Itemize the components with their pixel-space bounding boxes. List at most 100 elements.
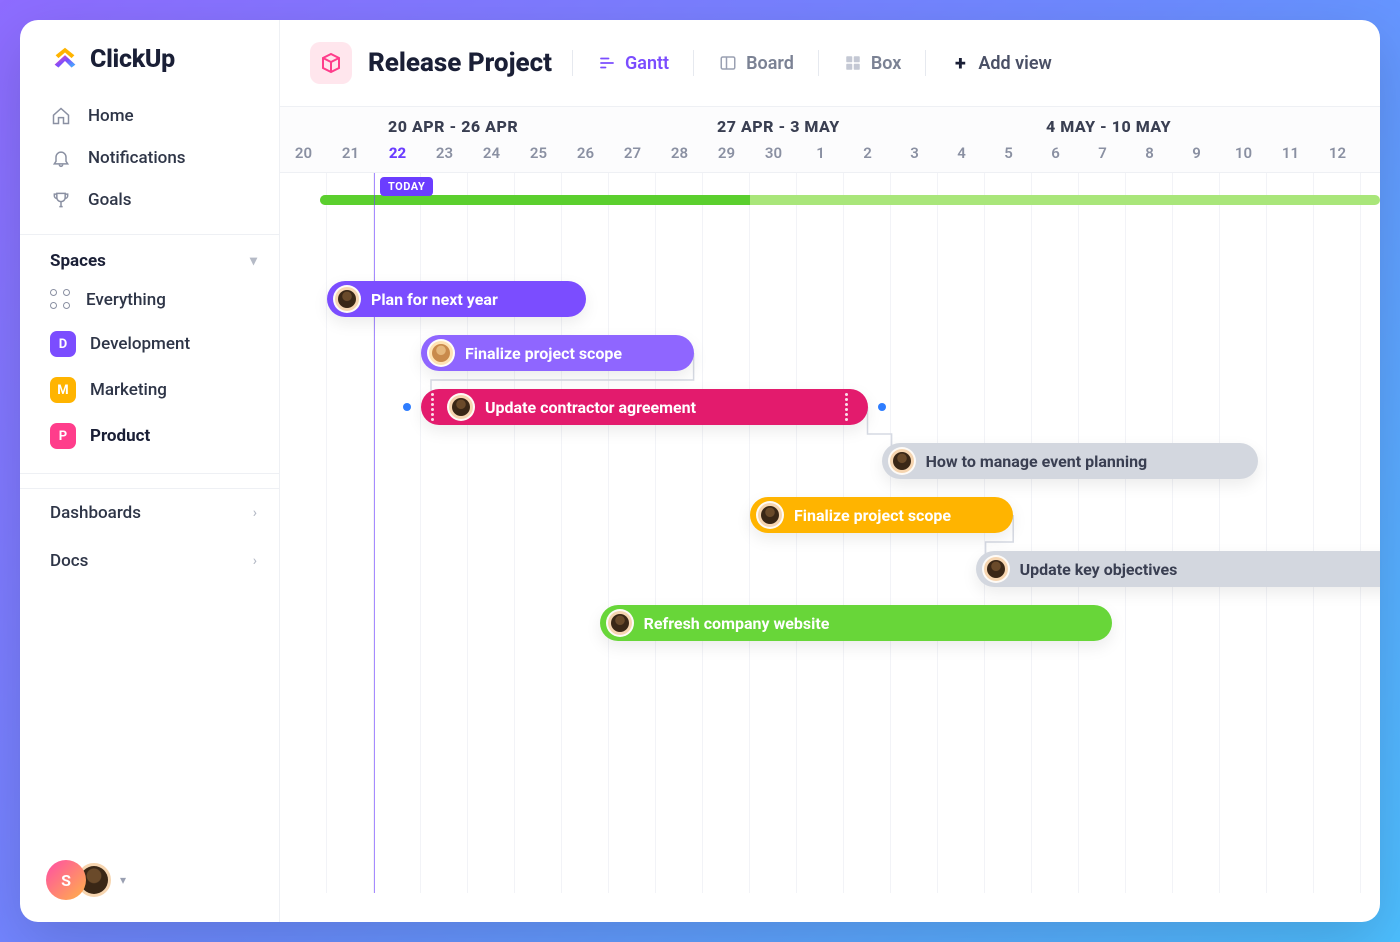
task-label: How to manage event planning xyxy=(926,452,1148,471)
day-label[interactable]: 1 xyxy=(797,140,844,172)
space-chip-icon: M xyxy=(50,377,76,403)
day-label[interactable]: 24 xyxy=(468,140,515,172)
task-label: Refresh company website xyxy=(644,614,830,633)
sidebar-item-product[interactable]: PProduct xyxy=(20,413,279,459)
task-label: Finalize project scope xyxy=(465,344,622,363)
task-label: Plan for next year xyxy=(371,290,498,309)
week-label: 4 MAY - 10 MAY xyxy=(1032,107,1361,140)
nav-home[interactable]: Home xyxy=(28,96,271,136)
spaces-header[interactable]: Spaces ▾ xyxy=(20,249,279,279)
day-label[interactable]: 25 xyxy=(515,140,562,172)
day-label[interactable]: 11 xyxy=(1267,140,1314,172)
day-label[interactable]: 30 xyxy=(750,140,797,172)
gantt-task-bar[interactable]: Plan for next year xyxy=(327,281,586,317)
day-label[interactable]: 27 xyxy=(609,140,656,172)
task-label: Update contractor agreement xyxy=(485,398,696,417)
nav-label: Home xyxy=(88,106,134,126)
project-progress-track xyxy=(320,195,1380,205)
assignee-avatar xyxy=(982,555,1010,583)
space-chip-icon: D xyxy=(50,331,76,357)
sidebar: ClickUp Home Notifications xyxy=(20,20,280,922)
week-label: 27 APR - 3 MAY xyxy=(703,107,1032,140)
today-marker: TODAY xyxy=(380,177,433,196)
sidebar-item-marketing[interactable]: MMarketing xyxy=(20,367,279,413)
add-view-label: Add view xyxy=(978,53,1051,74)
day-label[interactable]: 10 xyxy=(1220,140,1267,172)
project-icon[interactable] xyxy=(310,42,352,84)
chevron-right-icon: › xyxy=(253,553,257,569)
day-label[interactable]: 28 xyxy=(656,140,703,172)
assignee-avatar xyxy=(888,447,916,475)
app-window: ClickUp Home Notifications xyxy=(20,20,1380,922)
day-label[interactable]: 22 xyxy=(374,140,421,172)
view-label: Board xyxy=(746,53,794,74)
day-label[interactable]: 29 xyxy=(703,140,750,172)
gantt-icon xyxy=(597,53,617,73)
task-label: Finalize project scope xyxy=(794,506,951,525)
trophy-icon xyxy=(50,190,72,210)
sidebar-item-label: Docs xyxy=(50,551,88,571)
sidebar-item-docs[interactable]: Docs › xyxy=(20,537,279,585)
dependency-dot xyxy=(403,403,411,411)
sidebar-item-everything[interactable]: Everything xyxy=(20,279,279,321)
day-label[interactable]: 23 xyxy=(421,140,468,172)
day-label[interactable]: 5 xyxy=(985,140,1032,172)
assignee-avatar xyxy=(606,609,634,637)
topbar: Release Project Gantt Board xyxy=(280,20,1380,107)
user-switcher[interactable]: S ▾ xyxy=(46,860,126,900)
view-tab-board[interactable]: Board xyxy=(714,47,798,80)
day-label[interactable]: 6 xyxy=(1032,140,1079,172)
sidebar-item-label: Dashboards xyxy=(50,503,141,523)
box-icon xyxy=(843,53,863,73)
day-label[interactable]: 9 xyxy=(1173,140,1220,172)
day-label[interactable]: 2 xyxy=(844,140,891,172)
nav-notifications[interactable]: Notifications xyxy=(28,138,271,178)
home-icon xyxy=(50,106,72,126)
gantt-timeline: 20 APR - 26 APR27 APR - 3 MAY4 MAY - 10 … xyxy=(280,107,1380,922)
gantt-task-bar[interactable]: Finalize project scope xyxy=(421,335,694,371)
divider xyxy=(818,50,819,76)
chevron-down-icon: ▾ xyxy=(250,253,257,269)
sidebar-item-label: Development xyxy=(90,334,190,354)
week-label: 20 APR - 26 APR xyxy=(374,107,703,140)
view-tab-gantt[interactable]: Gantt xyxy=(593,47,673,80)
divider xyxy=(572,50,573,76)
add-view-button[interactable]: + Add view xyxy=(946,47,1055,80)
divider xyxy=(20,473,279,474)
sidebar-item-development[interactable]: D Development xyxy=(20,321,279,367)
day-label[interactable]: 3 xyxy=(891,140,938,172)
view-tab-box[interactable]: Box xyxy=(839,47,906,80)
gantt-body[interactable]: TODAY Plan for next year Finalize project… xyxy=(280,173,1380,893)
spaces-title: Spaces xyxy=(50,251,106,271)
clickup-logo-icon xyxy=(50,44,80,74)
everything-icon xyxy=(50,289,72,311)
gantt-task-bar[interactable]: Update contractor agreement xyxy=(421,389,868,425)
plus-icon: + xyxy=(950,53,970,73)
divider xyxy=(925,50,926,76)
avatar: S xyxy=(46,860,86,900)
gantt-task-bar[interactable]: How to manage event planning xyxy=(882,443,1258,479)
day-label[interactable]: 7 xyxy=(1079,140,1126,172)
assignee-avatar xyxy=(427,339,455,367)
drag-handle-icon[interactable] xyxy=(842,393,852,421)
drag-handle-icon[interactable] xyxy=(427,393,437,421)
view-label: Gantt xyxy=(625,53,669,74)
project-progress-fill xyxy=(320,195,750,205)
gantt-task-bar[interactable]: Update key objectives xyxy=(976,551,1380,587)
day-label[interactable]: 20 xyxy=(280,140,327,172)
assignee-avatar xyxy=(756,501,784,529)
gantt-task-bar[interactable]: Refresh company website xyxy=(600,605,1112,641)
brand-logo[interactable]: ClickUp xyxy=(20,44,279,96)
sidebar-item-label: Everything xyxy=(86,290,166,310)
day-label[interactable]: 4 xyxy=(938,140,985,172)
nav-goals[interactable]: Goals xyxy=(28,180,271,220)
sidebar-item-dashboards[interactable]: Dashboards › xyxy=(20,488,279,537)
day-label[interactable]: 12 xyxy=(1314,140,1361,172)
gantt-task-bar[interactable]: Finalize project scope xyxy=(750,497,1013,533)
day-label[interactable]: 21 xyxy=(327,140,374,172)
day-label[interactable]: 26 xyxy=(562,140,609,172)
bell-icon xyxy=(50,148,72,168)
avatar-initial: S xyxy=(61,871,71,890)
day-label[interactable]: 8 xyxy=(1126,140,1173,172)
main-area: Release Project Gantt Board xyxy=(280,20,1380,922)
